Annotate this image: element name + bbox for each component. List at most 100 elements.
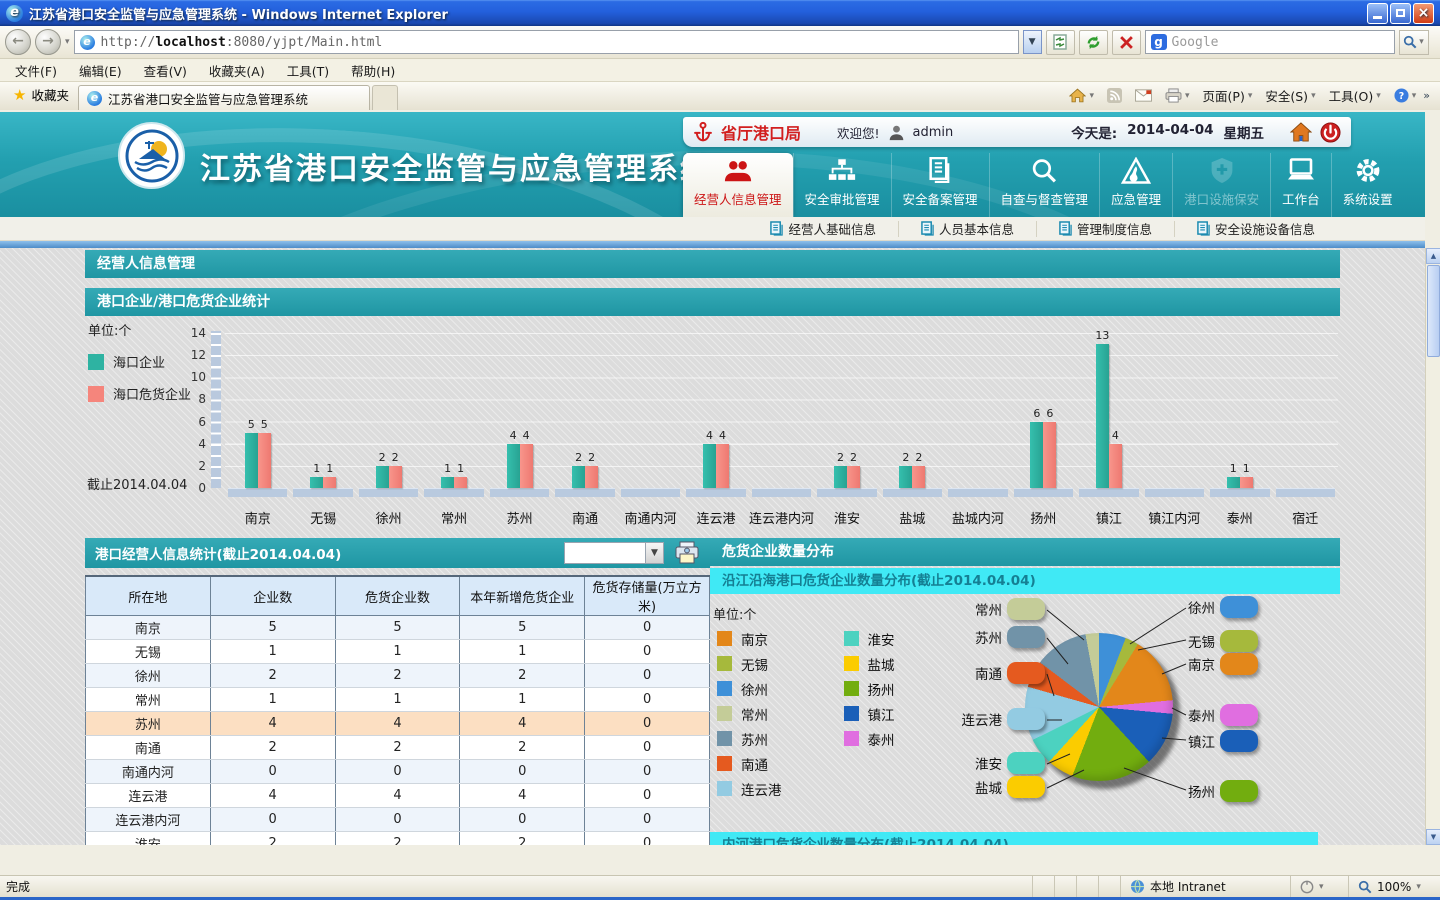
subnav-item-安全设施设备信息[interactable]: 安全设施设备信息 — [1174, 221, 1337, 237]
page-menu[interactable]: 页面(P) — [1197, 84, 1259, 107]
pie-legend-swatch — [717, 706, 732, 721]
menu-item-帮助(H)[interactable]: 帮助(H) — [340, 58, 406, 83]
nav-item-安全备案管理[interactable]: 安全备案管理 — [891, 153, 989, 217]
table-cell: 4 — [335, 712, 460, 736]
x-axis-platform — [686, 488, 745, 497]
table-cell: 1 — [210, 640, 335, 664]
table-row[interactable]: 淮安2220 — [86, 832, 710, 846]
select-dropdown-icon[interactable] — [645, 543, 663, 563]
pie-legend-label: 连云港 — [741, 779, 782, 799]
x-axis-platform — [1276, 488, 1335, 497]
protected-mode-cell[interactable] — [1290, 876, 1348, 897]
search-button[interactable] — [1399, 30, 1429, 55]
back-button[interactable] — [5, 29, 31, 55]
table-cell: 0 — [585, 784, 710, 808]
menu-item-收藏夹(A)[interactable]: 收藏夹(A) — [198, 58, 276, 83]
nav-item-经营人信息管理[interactable]: 经营人信息管理 — [683, 153, 793, 217]
menu-item-工具(T)[interactable]: 工具(T) — [276, 58, 340, 83]
scroll-up-icon[interactable] — [1426, 248, 1440, 264]
tools-menu[interactable]: 工具(O) — [1323, 84, 1387, 107]
x-axis-platform — [883, 488, 942, 497]
nav-item-系统设置[interactable]: 系统设置 — [1331, 153, 1404, 217]
table-row[interactable]: 南京5550 — [86, 616, 710, 640]
help-menu[interactable]: ? — [1388, 86, 1423, 105]
close-button[interactable] — [1413, 3, 1434, 24]
pie-callout-chip — [1220, 596, 1258, 618]
y-tick-label: 4 — [198, 436, 206, 452]
printer-icon — [1165, 88, 1182, 103]
table-row[interactable]: 连云港4440 — [86, 784, 710, 808]
anchor-icon — [693, 121, 713, 143]
minimize-button[interactable] — [1367, 3, 1388, 24]
pie-legend-item-盐城: 盐城 — [844, 651, 895, 676]
x-axis-platform — [1145, 488, 1204, 497]
zoom-control[interactable]: 100% — [1348, 876, 1434, 897]
scroll-down-icon[interactable] — [1426, 829, 1440, 845]
region-filter-select[interactable] — [564, 542, 664, 564]
bar-chart-title: 港口企业/港口危货企业统计 — [85, 288, 1340, 316]
table-row[interactable]: 连云港内河0000 — [86, 808, 710, 832]
table-cell: 2 — [335, 664, 460, 688]
mail-button[interactable] — [1129, 87, 1158, 104]
subnav-item-人员基本信息[interactable]: 人员基本信息 — [898, 221, 1036, 237]
nav-item-label: 安全审批管理 — [805, 189, 880, 208]
new-tab-button[interactable] — [372, 85, 398, 110]
address-dropdown-button[interactable] — [1023, 30, 1042, 54]
x-axis-label: 宿迁 — [1273, 508, 1338, 527]
table-row[interactable]: 徐州2220 — [86, 664, 710, 688]
home-shortcut-icon[interactable] — [1290, 122, 1312, 142]
table-row[interactable]: 常州1110 — [86, 688, 710, 712]
logout-power-icon[interactable] — [1320, 122, 1341, 143]
pie-legend: 南京无锡徐州常州苏州南通连云港淮安盐城扬州镇江泰州 — [717, 626, 895, 801]
table-row[interactable]: 南通2220 — [86, 736, 710, 760]
search-options-icon[interactable] — [1419, 37, 1424, 47]
pie-callout-chip — [1220, 653, 1258, 675]
table-cell: 连云港内河 — [86, 808, 211, 832]
stop-button[interactable] — [1112, 30, 1141, 55]
pie-callout-label: 南京 — [1188, 654, 1215, 674]
home-button[interactable] — [1063, 86, 1100, 105]
forward-button[interactable] — [35, 29, 61, 55]
overflow-chevron-icon[interactable] — [1423, 89, 1430, 102]
pie-callout-label: 徐州 — [1188, 597, 1215, 617]
safety-menu[interactable]: 安全(S) — [1259, 84, 1321, 107]
table-row[interactable]: 无锡1110 — [86, 640, 710, 664]
search-input[interactable]: Google — [1145, 30, 1395, 54]
nav-item-自查与督查管理[interactable]: 自查与督查管理 — [989, 153, 1100, 217]
browser-tab[interactable]: 江苏省港口安全监管与应急管理系统 — [78, 85, 370, 110]
subnav-item-管理制度信息[interactable]: 管理制度信息 — [1036, 221, 1174, 237]
document-icon — [925, 157, 955, 184]
print-button[interactable] — [1159, 86, 1196, 105]
bar-group-无锡: 11无锡 — [290, 318, 355, 530]
nav-item-港口设施保安[interactable]: 港口设施保安 — [1172, 153, 1270, 217]
feeds-button[interactable] — [1101, 86, 1128, 105]
favorites-button[interactable]: 收藏夹 — [4, 81, 78, 110]
pie-callout-chip — [1007, 626, 1045, 648]
ie-icon — [6, 5, 23, 22]
refresh-button[interactable] — [1079, 30, 1108, 55]
table-cell: 4 — [335, 784, 460, 808]
table-row[interactable]: 南通内河0000 — [86, 760, 710, 784]
nav-item-应急管理[interactable]: 应急管理 — [1099, 153, 1172, 217]
nav-item-工作台[interactable]: 工作台 — [1270, 153, 1331, 217]
subnav-item-经营人基础信息[interactable]: 经营人基础信息 — [748, 221, 898, 237]
pie-callout-淮安: 淮安 — [933, 752, 1045, 774]
bar-value-label: 1 — [326, 462, 333, 475]
address-input[interactable]: http://localhost:8080/yjpt/Main.html — [74, 30, 1019, 54]
menu-item-查看(V)[interactable]: 查看(V) — [133, 58, 198, 83]
y-tick-label: 14 — [191, 325, 206, 341]
nav-item-安全审批管理[interactable]: 安全审批管理 — [793, 153, 891, 217]
restore-button[interactable] — [1390, 3, 1411, 24]
bar-group-连云港: 44连云港 — [683, 318, 748, 530]
table-cell: 0 — [585, 808, 710, 832]
table-row[interactable]: 苏州4440 — [86, 712, 710, 736]
vertical-scrollbar[interactable] — [1425, 248, 1440, 845]
menu-item-编辑(E)[interactable]: 编辑(E) — [68, 58, 133, 83]
bar-海口企业: 2 — [834, 466, 847, 488]
compatibility-view-button[interactable] — [1046, 30, 1075, 55]
scrollbar-thumb[interactable] — [1427, 265, 1440, 357]
table-cell: 南通内河 — [86, 760, 211, 784]
print-table-icon[interactable] — [674, 541, 700, 565]
menu-item-文件(F)[interactable]: 文件(F) — [4, 58, 68, 83]
history-dropdown-icon[interactable] — [65, 37, 70, 47]
